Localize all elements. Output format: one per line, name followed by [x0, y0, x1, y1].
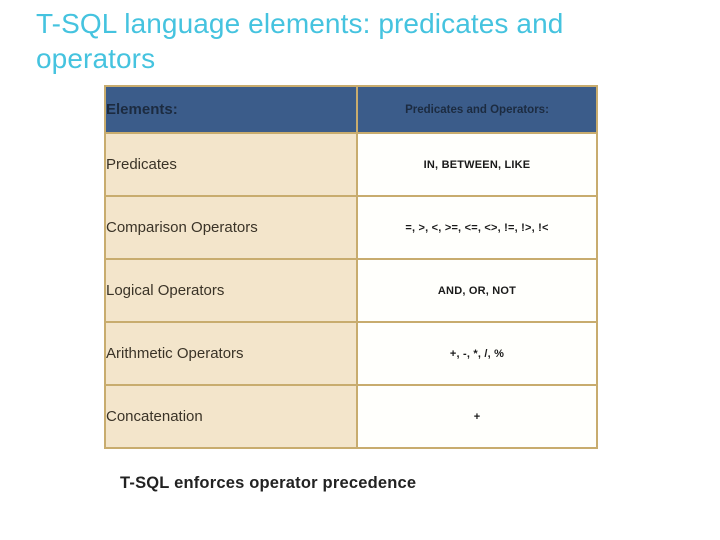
- table-row: Concatenation +: [104, 384, 598, 449]
- table-header-row: Elements: Predicates and Operators:: [104, 85, 598, 134]
- cell-element-predicates: Predicates: [104, 132, 358, 197]
- cell-operators-concatenation: +: [356, 384, 598, 449]
- table-row: Logical Operators AND, OR, NOT: [104, 258, 598, 323]
- table-row: Arithmetic Operators +, -, *, /, %: [104, 321, 598, 386]
- footer-note: T-SQL enforces operator precedence: [120, 474, 417, 492]
- cell-element-concatenation: Concatenation: [104, 384, 358, 449]
- cell-element-comparison-operators: Comparison Operators: [104, 195, 358, 260]
- cell-operators-comparison-operators: =, >, <, >=, <=, <>, !=, !>, !<: [356, 195, 598, 260]
- column-header-operators: Predicates and Operators:: [356, 85, 598, 134]
- table-row: Predicates IN, BETWEEN, LIKE: [104, 132, 598, 197]
- cell-element-logical-operators: Logical Operators: [104, 258, 358, 323]
- page-title: T-SQL language elements: predicates and …: [36, 8, 572, 74]
- cell-element-arithmetic-operators: Arithmetic Operators: [104, 321, 358, 386]
- cell-operators-predicates: IN, BETWEEN, LIKE: [356, 132, 598, 197]
- cell-operators-arithmetic-operators: +, -, *, /, %: [356, 321, 598, 386]
- cell-operators-logical-operators: AND, OR, NOT: [356, 258, 598, 323]
- column-header-elements: Elements:: [104, 85, 358, 134]
- predicates-operators-table: Elements: Predicates and Operators: Pred…: [104, 85, 598, 449]
- table-row: Comparison Operators =, >, <, >=, <=, <>…: [104, 195, 598, 260]
